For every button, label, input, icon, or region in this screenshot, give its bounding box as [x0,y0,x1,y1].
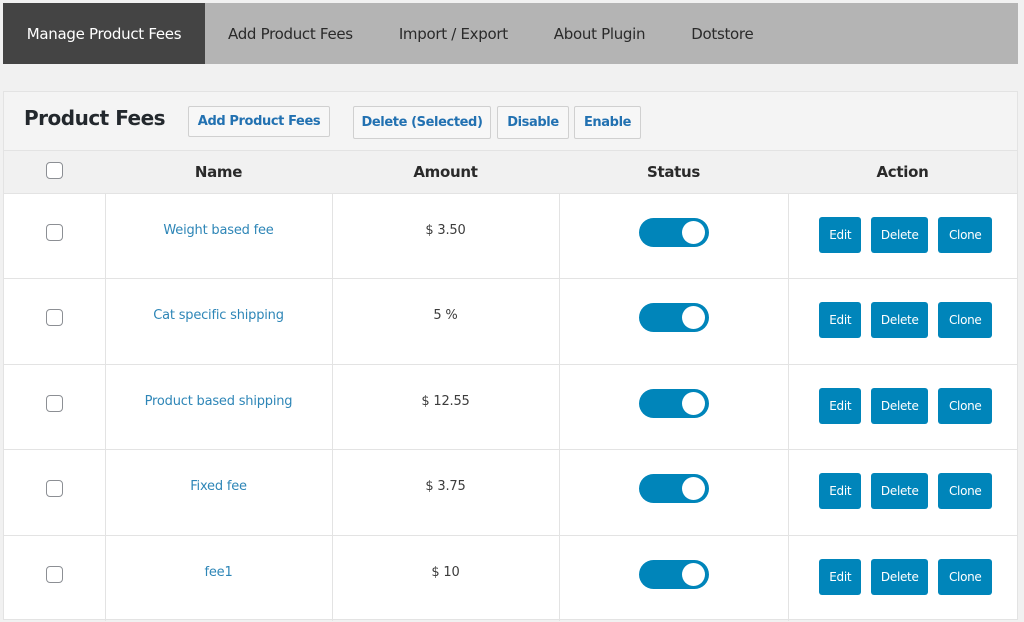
status-cell [559,364,789,451]
action-cell: Edit Delete Clone [788,193,1018,280]
name-cell: Fixed fee [105,449,333,536]
fee-name-link[interactable]: Weight based fee [163,223,273,238]
toggle-knob [681,391,705,415]
toggle-knob [681,477,705,501]
table-row: fee1 $ 10 Edit Delete Clone [4,535,1017,621]
clone-button[interactable]: Clone [938,216,993,253]
row-actions: Edit Delete Clone [789,387,1018,424]
column-header-amount: Amount [332,151,559,194]
row-actions: Edit Delete Clone [789,473,1018,510]
status-toggle[interactable] [638,474,709,504]
select-cell [4,449,106,536]
select-all-cell [4,151,105,194]
toggle-knob [681,306,705,330]
toggle-knob [681,562,705,586]
table-header-row: Name Amount Status Action [4,151,1017,194]
row-checkbox[interactable] [45,394,63,412]
table-row: Fixed fee $ 3.75 Edit Delete Clone [4,449,1018,536]
status-toggle[interactable] [638,217,709,247]
row-actions: Edit Delete Clone [789,302,1018,339]
delete-button[interactable]: Delete [871,473,929,510]
select-cell [4,193,106,280]
amount-cell: $ 10 [332,535,560,621]
row-checkbox[interactable] [45,223,63,241]
nav-tab-bar: Manage Product Fees Add Product Fees Imp… [3,3,1018,64]
fee-amount: $ 12.55 [421,393,470,409]
status-cell [559,535,789,621]
fee-amount: 5 % [433,308,458,324]
add-product-fees-button[interactable]: Add Product Fees [188,106,330,137]
tab-manage-product-fees[interactable]: Manage Product Fees [3,3,205,64]
name-cell: Cat specific shipping [105,278,333,365]
amount-cell: $ 3.75 [332,449,560,536]
tab-import-export[interactable]: Import / Export [376,3,531,64]
fee-name-link[interactable]: Fixed fee [190,479,247,494]
clone-button[interactable]: Clone [938,558,993,595]
tab-dotstore[interactable]: Dotstore [668,3,776,64]
row-actions: Edit Delete Clone [789,216,1018,253]
fee-amount: $ 3.50 [425,222,466,238]
tab-about-plugin[interactable]: About Plugin [531,3,668,64]
edit-button[interactable]: Edit [819,387,862,424]
column-header-status: Status [559,151,788,194]
amount-cell: 5 % [332,278,560,365]
row-actions: Edit Delete Clone [789,558,1018,595]
status-toggle[interactable] [638,559,709,589]
table-row: Cat specific shipping 5 % Edit Delete Cl… [4,278,1018,365]
edit-button[interactable]: Edit [819,558,862,595]
delete-button[interactable]: Delete [871,387,929,424]
delete-button[interactable]: Delete [871,216,929,253]
row-checkbox[interactable] [45,480,63,498]
delete-button[interactable]: Delete [871,558,929,595]
edit-button[interactable]: Edit [819,473,862,510]
fee-name-link[interactable]: Product based shipping [145,394,293,409]
fee-amount: $ 3.75 [425,479,466,495]
product-fees-panel: Product Fees Add Product Fees Delete (Se… [3,91,1018,621]
page-title: Product Fees [24,106,166,130]
status-toggle[interactable] [638,388,709,418]
edit-button[interactable]: Edit [819,302,862,339]
action-cell: Edit Delete Clone [788,278,1018,365]
toggle-knob [681,220,705,244]
disable-button[interactable]: Disable [497,106,569,139]
status-cell [559,449,789,536]
select-cell [4,535,106,621]
table-row: Weight based fee $ 3.50 Edit Delete Clon… [4,193,1018,280]
name-cell: Product based shipping [105,364,333,451]
edit-button[interactable]: Edit [819,216,862,253]
column-header-action: Action [788,151,1017,194]
delete-button[interactable]: Delete [871,302,929,339]
name-cell: fee1 [105,535,333,621]
status-toggle[interactable] [638,303,709,333]
delete-selected-button[interactable]: Delete (Selected) [353,106,491,139]
action-cell: Edit Delete Clone [788,535,1017,621]
action-cell: Edit Delete Clone [788,449,1018,536]
row-checkbox[interactable] [45,565,63,583]
table-row: Product based shipping $ 12.55 Edit Dele… [4,364,1018,451]
enable-button[interactable]: Enable [574,106,641,139]
tab-add-product-fees[interactable]: Add Product Fees [205,3,376,64]
amount-cell: $ 12.55 [332,364,560,451]
clone-button[interactable]: Clone [938,473,993,510]
name-cell: Weight based fee [105,193,333,280]
fees-table: Name Amount Status Action Weight based f… [4,151,1017,621]
fee-name-link[interactable]: Cat specific shipping [153,308,284,323]
fee-name-link[interactable]: fee1 [204,565,232,580]
amount-cell: $ 3.50 [332,193,560,280]
row-checkbox[interactable] [45,309,63,327]
select-cell [4,278,106,365]
fee-amount: $ 10 [431,564,460,580]
status-cell [559,193,789,280]
column-header-name: Name [105,151,332,194]
status-cell [559,278,789,365]
clone-button[interactable]: Clone [938,302,993,339]
action-cell: Edit Delete Clone [788,364,1018,451]
select-cell [4,364,106,451]
panel-header: Product Fees Add Product Fees Delete (Se… [4,92,1017,151]
clone-button[interactable]: Clone [938,387,993,424]
select-all-checkbox[interactable] [46,162,63,180]
